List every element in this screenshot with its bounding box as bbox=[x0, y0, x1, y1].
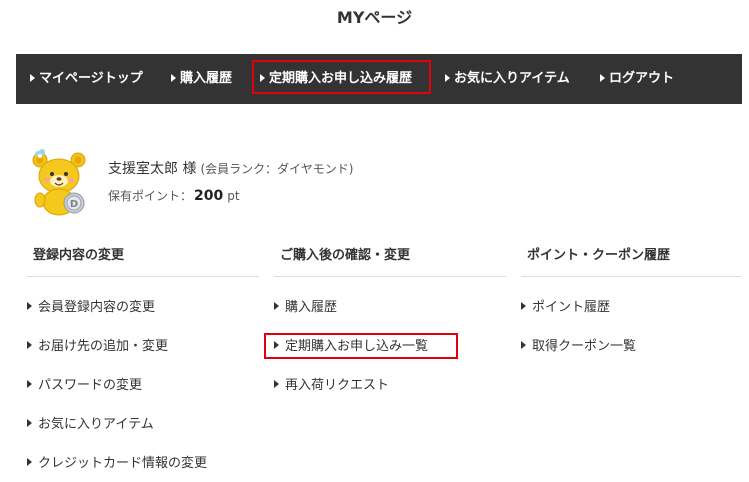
section-points-coupons: ポイント・クーポン履歴 bbox=[521, 240, 741, 277]
triangle-right-icon bbox=[274, 380, 279, 388]
link-point-history[interactable]: ポイント履歴 bbox=[521, 296, 610, 315]
link-purchase-history[interactable]: 購入履歴 bbox=[274, 296, 337, 315]
user-name: 支援室太郎 様 bbox=[108, 161, 197, 177]
link-member-info-change[interactable]: 会員登録内容の変更 bbox=[27, 296, 155, 315]
link-password-change[interactable]: パスワードの変更 bbox=[27, 374, 142, 393]
triangle-right-icon bbox=[27, 458, 32, 466]
triangle-right-icon bbox=[171, 74, 176, 82]
nav-item-label: お気に入りアイテム bbox=[454, 71, 570, 86]
points-unit: pt bbox=[227, 189, 240, 203]
triangle-right-icon bbox=[27, 419, 32, 427]
triangle-right-icon bbox=[27, 380, 32, 388]
triangle-right-icon bbox=[274, 302, 279, 310]
triangle-right-icon bbox=[445, 74, 450, 82]
nav-item-logout[interactable]: ログアウト bbox=[600, 54, 674, 104]
nav-item-label: マイページトップ bbox=[39, 71, 143, 86]
link-label: パスワードの変更 bbox=[38, 378, 143, 393]
member-rank: (会員ランク：ダイヤモンド) bbox=[200, 162, 354, 176]
section-registration: 登録内容の変更 bbox=[27, 240, 259, 277]
link-label: お気に入りアイテム bbox=[38, 417, 154, 432]
triangle-right-icon bbox=[30, 74, 35, 82]
link-credit-card[interactable]: クレジットカード情報の変更 bbox=[27, 452, 207, 471]
triangle-right-icon bbox=[600, 74, 605, 82]
bear-mascot-icon: D bbox=[30, 148, 90, 216]
nav-item-favorites[interactable]: お気に入りアイテム bbox=[445, 54, 570, 104]
highlight-box bbox=[252, 60, 431, 94]
nav-item-label: ログアウト bbox=[609, 71, 675, 86]
avatar-badge: D bbox=[70, 199, 78, 210]
nav-item-label: 購入履歴 bbox=[180, 71, 233, 86]
link-label: 取得クーポン一覧 bbox=[532, 339, 637, 354]
triangle-right-icon bbox=[27, 341, 32, 349]
triangle-right-icon bbox=[521, 302, 526, 310]
link-coupon-list[interactable]: 取得クーポン一覧 bbox=[521, 335, 636, 354]
link-label: ポイント履歴 bbox=[532, 300, 611, 315]
section-title: ご購入後の確認・変更 bbox=[274, 240, 506, 277]
section-after-purchase: ご購入後の確認・変更 bbox=[274, 240, 506, 277]
link-label: 購入履歴 bbox=[285, 300, 338, 315]
link-label: クレジットカード情報の変更 bbox=[38, 456, 208, 471]
points-value: 200 bbox=[194, 188, 224, 204]
points-info: 保有ポイント： 200 pt bbox=[108, 187, 240, 204]
link-shipping-address[interactable]: お届け先の追加・変更 bbox=[27, 335, 168, 354]
link-label: 会員登録内容の変更 bbox=[38, 300, 156, 315]
nav-item-purchase-history[interactable]: 購入履歴 bbox=[171, 54, 232, 104]
section-title: 登録内容の変更 bbox=[27, 240, 259, 277]
link-restock-request[interactable]: 再入荷リクエスト bbox=[274, 374, 389, 393]
nav-item-mypage-top[interactable]: マイページトップ bbox=[30, 54, 143, 104]
section-title: ポイント・クーポン履歴 bbox=[521, 240, 741, 277]
link-label: お届け先の追加・変更 bbox=[38, 339, 169, 354]
link-favorites[interactable]: お気に入りアイテム bbox=[27, 413, 154, 432]
triangle-right-icon bbox=[27, 302, 32, 310]
points-label: 保有ポイント： bbox=[108, 189, 193, 203]
highlight-box bbox=[264, 333, 458, 359]
user-info: 支援室太郎 様 (会員ランク：ダイヤモンド) bbox=[108, 158, 353, 178]
triangle-right-icon bbox=[521, 341, 526, 349]
page-title: MYページ bbox=[336, 8, 413, 27]
link-label: 再入荷リクエスト bbox=[285, 378, 390, 393]
